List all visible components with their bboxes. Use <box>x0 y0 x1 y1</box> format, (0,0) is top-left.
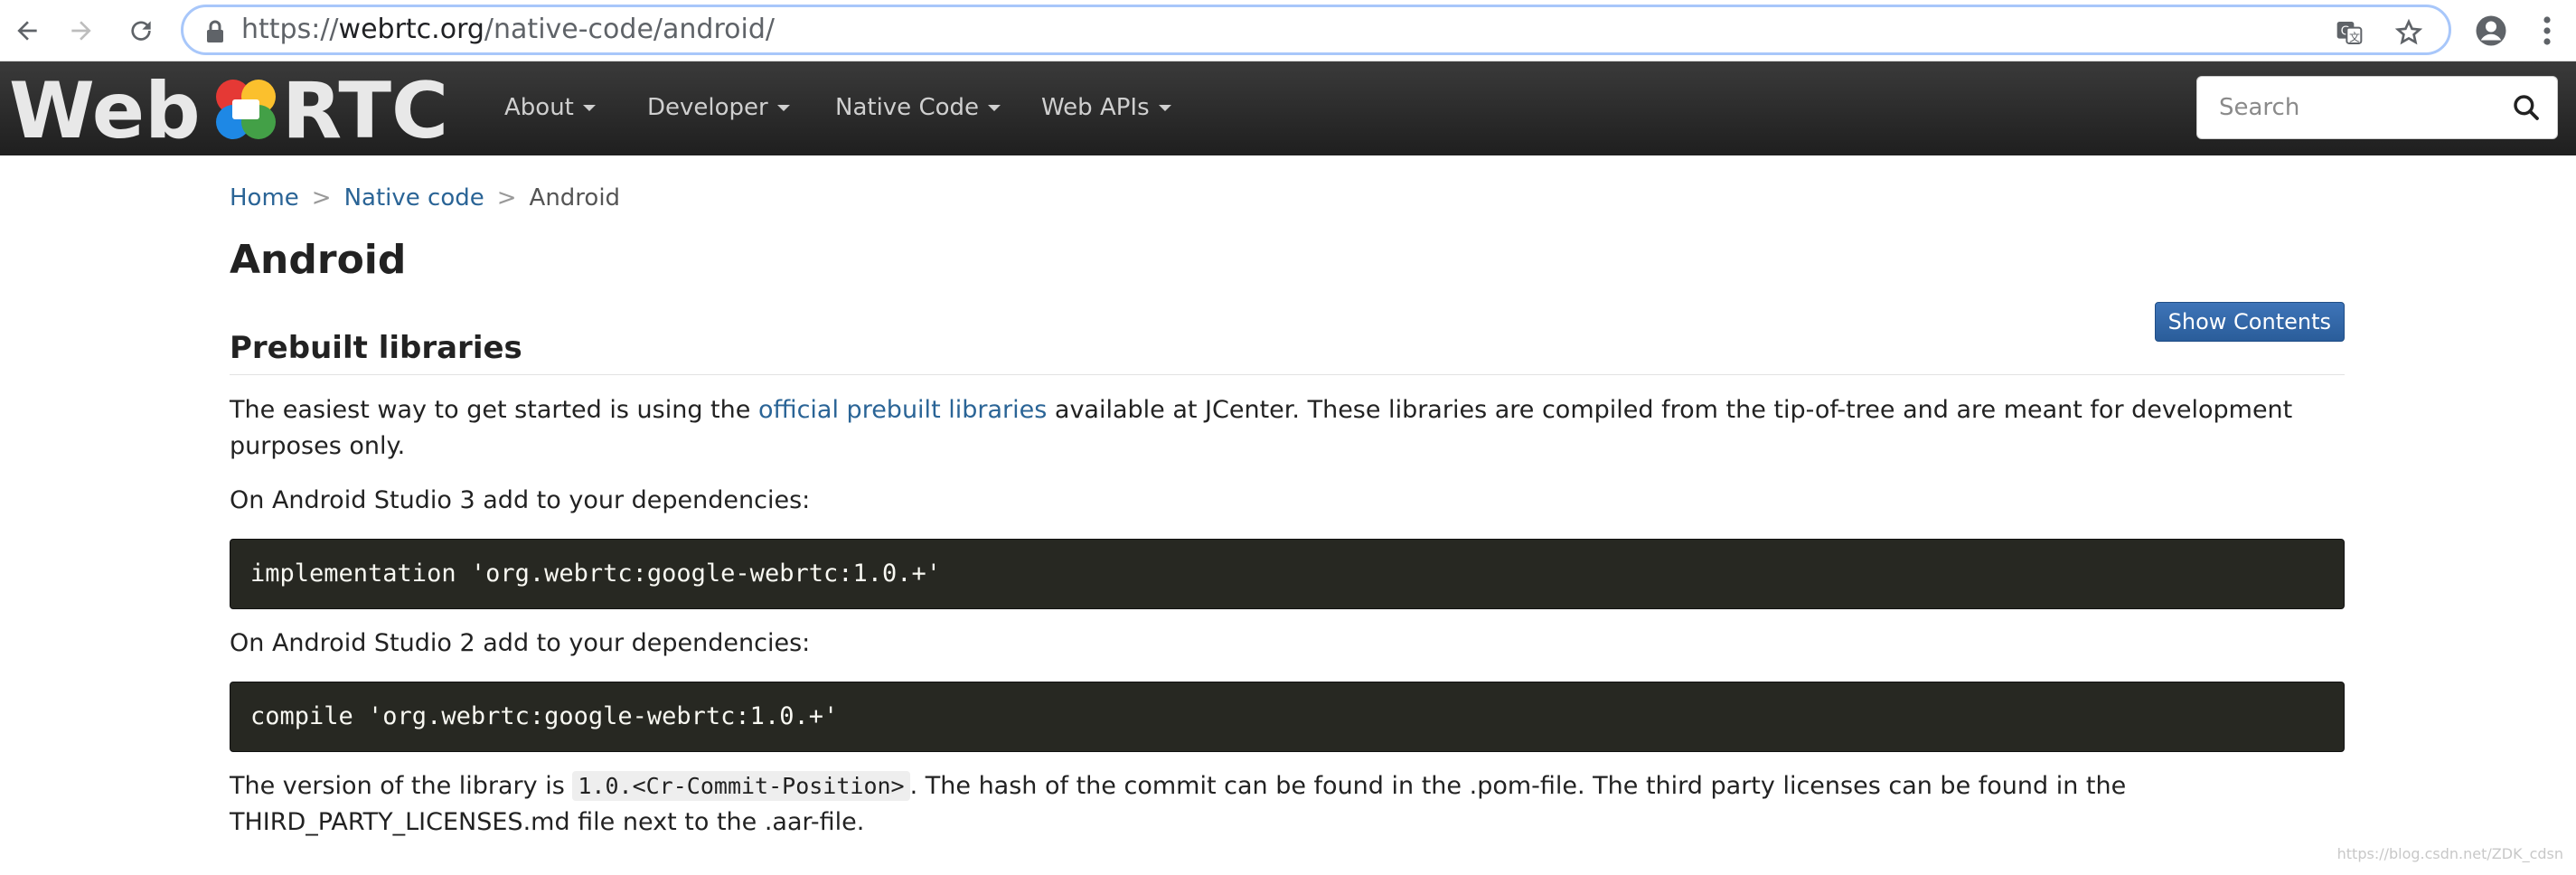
nav-web-apis-label: Web APIs <box>1041 94 1150 121</box>
version-text-before: The version of the library is <box>230 772 573 800</box>
section-title: Prebuilt libraries <box>230 327 2345 375</box>
caret-down-icon <box>988 105 1001 111</box>
url-scheme: https:// <box>241 14 339 45</box>
lock-icon <box>207 20 223 42</box>
menu-dots-icon <box>2543 16 2551 45</box>
address-bar[interactable]: https://webrtc.org/native-code/android/ … <box>181 5 2451 55</box>
nav-about-label: About <box>504 94 574 121</box>
account-icon <box>2476 15 2506 46</box>
nav-developer[interactable]: Developer <box>647 94 790 121</box>
code-block-studio3: implementation 'org.webrtc:google-webrtc… <box>230 539 2345 609</box>
caret-down-icon <box>582 105 596 111</box>
nav-native-code[interactable]: Native Code <box>835 94 1001 121</box>
site-search <box>2196 76 2558 139</box>
url-host: webrtc.org <box>338 14 484 45</box>
translate-icon[interactable]: G文 <box>2335 18 2364 47</box>
nav-web-apis[interactable]: Web APIs <box>1041 94 1171 121</box>
site-navbar: Web RTC About Developer Native Code Web … <box>0 61 2576 155</box>
back-button[interactable] <box>5 9 49 52</box>
code-studio3: implementation 'org.webrtc:google-webrtc… <box>250 560 942 588</box>
search-icon[interactable] <box>2512 93 2541 122</box>
svg-text:Web: Web <box>9 67 201 150</box>
version-paragraph: The version of the library is 1.0.<Cr-Co… <box>230 768 2345 841</box>
back-arrow-icon <box>17 21 37 41</box>
studio2-paragraph: On Android Studio 2 add to your dependen… <box>230 629 811 657</box>
browser-toolbar: https://webrtc.org/native-code/android/ … <box>0 0 2576 61</box>
code-block-studio2: compile 'org.webrtc:google-webrtc:1.0.+' <box>230 682 2345 752</box>
intro-paragraph: The easiest way to get started is using … <box>230 392 2345 465</box>
star-icon[interactable] <box>2394 18 2423 47</box>
breadcrumb-separator: > <box>311 184 332 212</box>
menu-button[interactable] <box>2525 9 2569 52</box>
search-input[interactable] <box>2197 77 2505 138</box>
url-path: /native-code/android/ <box>484 14 775 45</box>
breadcrumb-home[interactable]: Home <box>230 184 299 212</box>
breadcrumb-native-code[interactable]: Native code <box>344 184 484 212</box>
forward-button[interactable] <box>60 9 103 52</box>
page-title: Android <box>230 237 407 283</box>
code-studio2: compile 'org.webrtc:google-webrtc:1.0.+' <box>250 702 839 730</box>
url-text: https://webrtc.org/native-code/android/ <box>241 16 775 43</box>
nav-about[interactable]: About <box>504 94 596 121</box>
nav-native-code-label: Native Code <box>835 94 980 121</box>
studio3-paragraph: On Android Studio 3 add to your dependen… <box>230 486 811 514</box>
breadcrumb-current: Android <box>529 184 621 212</box>
watermark: https://blog.csdn.net/ZDK_cdsn <box>2336 845 2563 862</box>
reload-icon <box>131 21 151 41</box>
caret-down-icon <box>776 105 790 111</box>
version-inline-code: 1.0.<Cr-Commit-Position> <box>572 771 910 801</box>
caret-down-icon <box>1158 105 1171 111</box>
prebuilt-libraries-link[interactable]: official prebuilt libraries <box>758 396 1047 424</box>
svg-text:RTC: RTC <box>282 67 448 150</box>
forward-arrow-icon <box>71 21 91 41</box>
breadcrumb: Home > Native code > Android <box>230 184 620 212</box>
svg-text:文: 文 <box>2349 30 2360 43</box>
webrtc-logo[interactable]: Web RTC <box>9 67 461 150</box>
account-button[interactable] <box>2469 9 2513 52</box>
breadcrumb-separator: > <box>496 184 517 212</box>
intro-text-before: The easiest way to get started is using … <box>230 396 758 424</box>
reload-button[interactable] <box>119 9 163 52</box>
nav-developer-label: Developer <box>647 94 768 121</box>
